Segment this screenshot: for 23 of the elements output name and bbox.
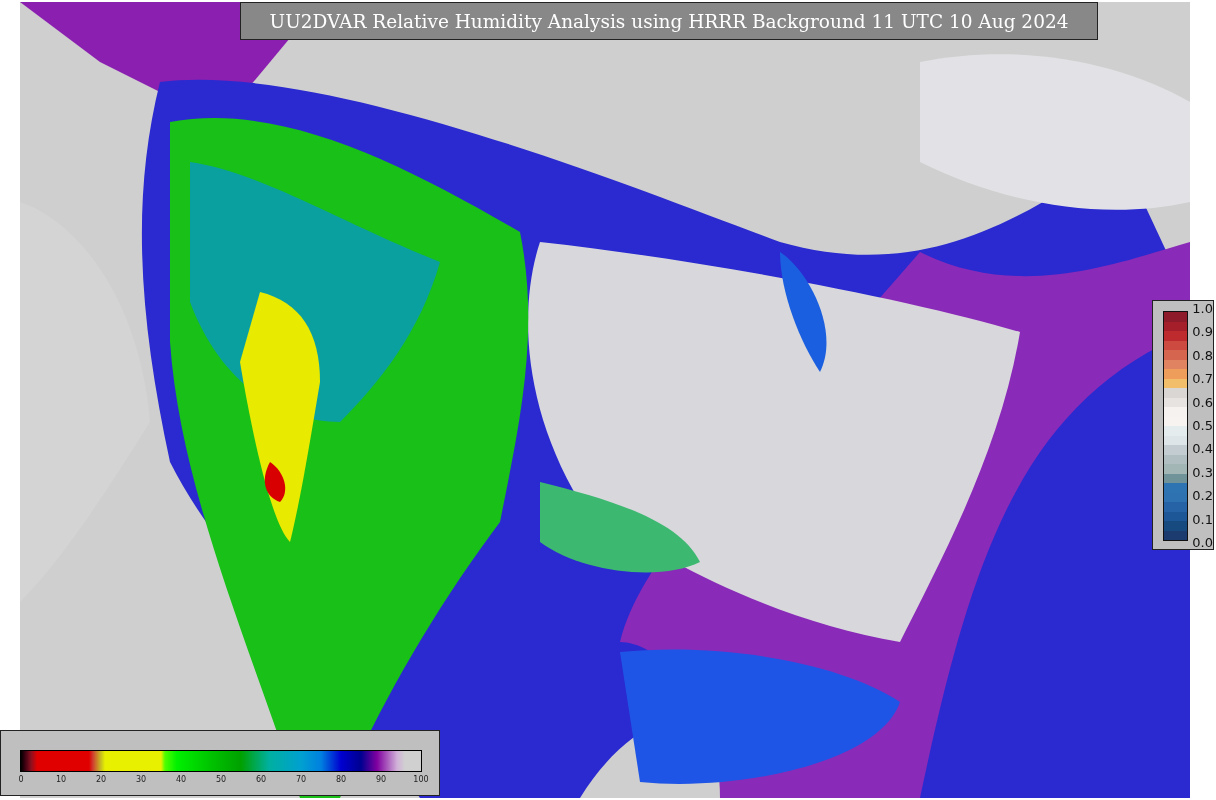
tick-label: 90 <box>375 775 387 784</box>
tick-label: 40 <box>175 775 187 784</box>
tick-label: 60 <box>255 775 267 784</box>
tick-label: 20 <box>95 775 107 784</box>
tick-label: 0.4 <box>1192 442 1213 457</box>
tick-label: 10 <box>55 775 67 784</box>
tick-label: 0.6 <box>1192 395 1213 410</box>
tick-label: 30 <box>135 775 147 784</box>
tick-label: 0.2 <box>1192 489 1213 504</box>
tick-label: 0 <box>18 775 24 784</box>
tick-label: 0.3 <box>1192 465 1213 480</box>
tick-label: 0.7 <box>1192 372 1213 387</box>
tick-label: 0.0 <box>1192 535 1213 550</box>
tick-label: 0.5 <box>1192 418 1213 433</box>
tick-label: 80 <box>335 775 347 784</box>
tick-label: 0.1 <box>1192 512 1213 527</box>
tick-label: 100 <box>413 775 429 784</box>
tick-label: 1.0 <box>1192 302 1213 316</box>
map-title: UU2DVAR Relative Humidity Analysis using HRRR Background 11 UTC 10 Aug 2024 <box>240 2 1098 40</box>
tick-label: 50 <box>215 775 227 784</box>
tick-label: 0.9 <box>1192 325 1213 340</box>
tick-label: 70 <box>295 775 307 784</box>
tick-label: 0.8 <box>1192 348 1213 363</box>
